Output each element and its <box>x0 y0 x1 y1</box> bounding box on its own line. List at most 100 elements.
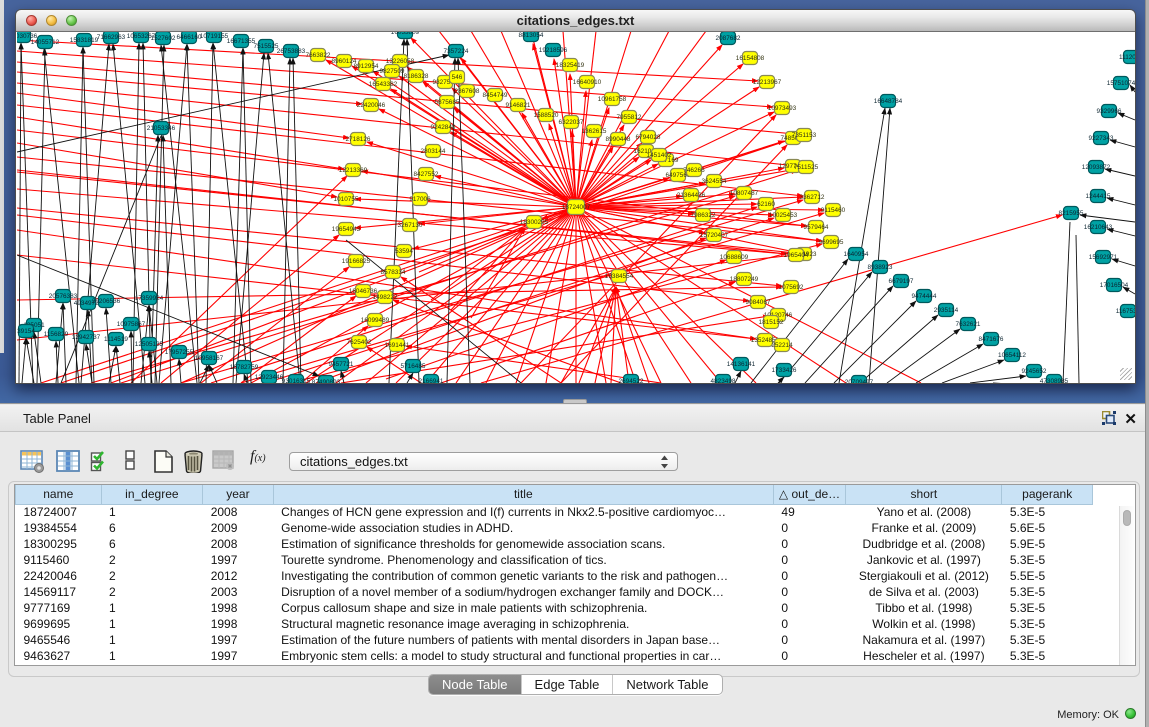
svg-text:21364436: 21364436 <box>677 192 706 199</box>
svg-text:9146821: 9146821 <box>506 102 531 109</box>
svg-text:16543382: 16543382 <box>369 81 398 88</box>
svg-text:1156829: 1156829 <box>44 331 69 338</box>
svg-text:1362615: 1362615 <box>582 128 607 135</box>
svg-text:9242848: 9242848 <box>431 124 456 131</box>
svg-text:47308985: 47308985 <box>1040 378 1069 383</box>
svg-text:7357224: 7357224 <box>444 48 469 55</box>
svg-text:10025453: 10025453 <box>769 212 798 219</box>
svg-text:21053346: 21053346 <box>147 125 176 132</box>
svg-text:16640910: 16640910 <box>573 79 602 86</box>
svg-text:14055712: 14055712 <box>31 39 60 46</box>
svg-text:2694522: 2694522 <box>619 378 644 383</box>
svg-text:6794028: 6794028 <box>636 134 661 141</box>
svg-text:1815152: 1815152 <box>759 319 784 326</box>
svg-text:8578334: 8578334 <box>381 269 406 276</box>
svg-text:2867608: 2867608 <box>455 88 480 95</box>
svg-text:9227343: 9227343 <box>1089 135 1114 142</box>
svg-text:5716485: 5716485 <box>401 363 426 370</box>
svg-text:9699695: 9699695 <box>819 239 844 246</box>
svg-text:2166941: 2166941 <box>419 378 444 383</box>
svg-text:8912954: 8912954 <box>354 63 379 70</box>
svg-text:62160: 62160 <box>757 201 775 208</box>
svg-text:7663822: 7663822 <box>306 52 331 59</box>
svg-text:8454749: 8454749 <box>483 92 508 99</box>
svg-text:20206536: 20206536 <box>92 298 121 305</box>
svg-text:16648784: 16648784 <box>874 98 903 105</box>
svg-text:15751074: 15751074 <box>1107 80 1135 87</box>
svg-text:39154: 39154 <box>17 328 35 335</box>
svg-text:10958167: 10958167 <box>195 355 224 362</box>
svg-text:9827509: 9827509 <box>380 68 405 75</box>
svg-text:6322037: 6322037 <box>559 119 584 126</box>
svg-text:2718126: 2718126 <box>346 136 371 143</box>
svg-text:16154808: 16154808 <box>736 55 765 62</box>
svg-text:3624554: 3624554 <box>702 178 727 185</box>
svg-text:26753883: 26753883 <box>277 48 306 55</box>
svg-text:19166825: 19166825 <box>342 258 371 265</box>
svg-text:4823498: 4823498 <box>711 378 736 383</box>
svg-text:87490893: 87490893 <box>312 379 341 383</box>
svg-text:8215955: 8215955 <box>1059 210 1084 217</box>
svg-text:1588520: 1588520 <box>534 112 559 119</box>
svg-text:1167533: 1167533 <box>1116 308 1135 315</box>
svg-text:9245652: 9245652 <box>1022 368 1047 375</box>
svg-text:53594: 53594 <box>395 248 413 255</box>
svg-text:16033809: 16033809 <box>391 32 420 36</box>
svg-text:1112054: 1112054 <box>1119 54 1135 61</box>
svg-text:18807249: 18807249 <box>730 276 759 283</box>
svg-text:5875685: 5875685 <box>435 99 460 106</box>
svg-text:17016504: 17016504 <box>1100 282 1129 289</box>
svg-text:15831819: 15831819 <box>70 37 99 44</box>
svg-text:1527602: 1527602 <box>151 35 176 42</box>
svg-text:7632621: 7632621 <box>956 321 981 328</box>
svg-text:3362712: 3362712 <box>800 194 825 201</box>
svg-text:10973493: 10973493 <box>768 105 797 112</box>
svg-text:6679197: 6679197 <box>889 278 914 285</box>
svg-text:1075692: 1075692 <box>779 284 804 291</box>
svg-text:71662963: 71662963 <box>97 34 126 41</box>
svg-text:7986322: 7986322 <box>691 212 716 219</box>
svg-text:18724007: 18724007 <box>562 204 591 211</box>
svg-text:19218596: 19218596 <box>539 47 568 54</box>
svg-text:1691441: 1691441 <box>385 342 410 349</box>
svg-text:10719155: 10719155 <box>200 33 229 40</box>
svg-text:8471676: 8471676 <box>979 336 1004 343</box>
svg-text:2803144: 2803144 <box>421 148 446 155</box>
svg-text:3267130: 3267130 <box>398 222 423 229</box>
svg-text:12505135: 12505135 <box>135 341 164 348</box>
svg-text:746266: 746266 <box>683 167 705 174</box>
svg-text:1010755: 1010755 <box>334 196 359 203</box>
svg-text:1498222: 1498222 <box>373 294 398 301</box>
svg-text:7515525: 7515525 <box>254 43 279 50</box>
svg-text:8186328: 8186328 <box>404 73 429 80</box>
svg-text:1965404: 1965404 <box>784 252 809 259</box>
svg-text:7511525: 7511525 <box>794 164 819 171</box>
svg-text:9329966: 9329966 <box>1097 108 1122 115</box>
svg-text:917006: 917006 <box>409 196 431 203</box>
svg-text:10654112: 10654112 <box>998 352 1026 359</box>
svg-text:8813054: 8813054 <box>519 32 544 39</box>
svg-text:9084067: 9084067 <box>746 299 771 306</box>
svg-text:19384554: 19384554 <box>605 273 634 280</box>
svg-text:252214: 252214 <box>771 342 793 349</box>
svg-text:2935114: 2935114 <box>934 307 959 314</box>
svg-text:14136141: 14136141 <box>727 361 756 368</box>
svg-text:12923446: 12923446 <box>255 374 284 381</box>
svg-text:1640954: 1640954 <box>844 251 869 258</box>
svg-text:8938923: 8938923 <box>868 264 893 271</box>
svg-text:10807487: 10807487 <box>730 190 759 197</box>
svg-text:15720407: 15720407 <box>700 232 729 239</box>
svg-text:6466160: 6466160 <box>177 34 202 41</box>
svg-text:20576383: 20576383 <box>49 293 78 300</box>
svg-text:19654943: 19654943 <box>332 226 361 233</box>
svg-text:22420046: 22420046 <box>357 102 386 109</box>
svg-text:9115460: 9115460 <box>821 207 846 214</box>
svg-text:17359924: 17359924 <box>135 295 164 302</box>
svg-text:16671355: 16671355 <box>227 38 256 45</box>
svg-text:1733426: 1733426 <box>772 367 797 374</box>
svg-text:10961758: 10961758 <box>598 96 627 103</box>
svg-text:18300295: 18300295 <box>520 219 549 226</box>
svg-text:2087682: 2087682 <box>716 35 741 42</box>
svg-text:7351153: 7351153 <box>792 132 817 139</box>
svg-text:17957255: 17957255 <box>165 349 194 356</box>
